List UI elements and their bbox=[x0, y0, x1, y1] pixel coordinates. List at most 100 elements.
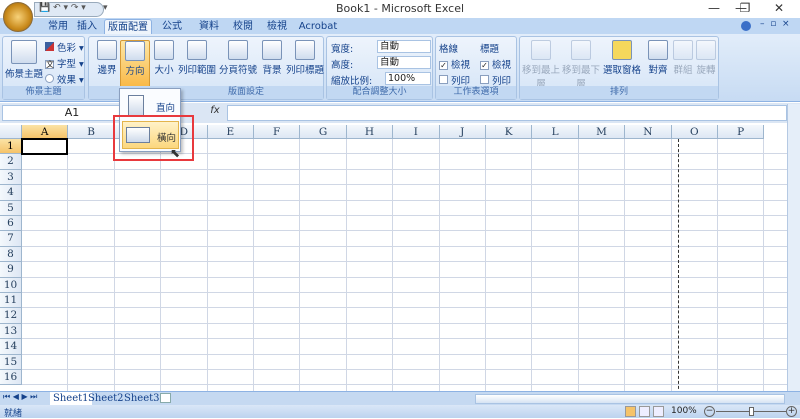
row-header[interactable]: 6 bbox=[0, 216, 22, 232]
row-gridline bbox=[22, 168, 787, 170]
close-button[interactable]: ✕ bbox=[765, 1, 793, 15]
spreadsheet-grid[interactable]: ABCDEFGHIJKLMNOP12345678910111213141516 bbox=[0, 125, 787, 391]
bring-to-front-button[interactable]: 移到最上層 bbox=[522, 40, 560, 90]
office-button[interactable] bbox=[3, 2, 33, 32]
column-header[interactable]: O bbox=[671, 125, 718, 139]
column-header[interactable]: A bbox=[22, 125, 69, 139]
tab-acrobat[interactable]: Acrobat bbox=[296, 19, 340, 35]
tab-review[interactable]: 校閱 bbox=[226, 19, 260, 35]
row-header[interactable]: 2 bbox=[0, 154, 22, 170]
row-header[interactable]: 1 bbox=[0, 139, 22, 155]
column-header[interactable]: G bbox=[300, 125, 347, 139]
background-button[interactable]: 背景 bbox=[259, 40, 285, 88]
row-header[interactable]: 8 bbox=[0, 246, 22, 263]
tab-data[interactable]: 資料 bbox=[192, 19, 226, 35]
sheet-tab-2[interactable]: Sheet2 bbox=[88, 392, 124, 405]
row-header[interactable]: 4 bbox=[0, 185, 22, 201]
column-header[interactable]: F bbox=[254, 125, 301, 139]
column-header[interactable]: L bbox=[532, 125, 579, 139]
colors-button[interactable]: 色彩 ▾ bbox=[45, 40, 84, 54]
column-header[interactable]: N bbox=[625, 125, 672, 139]
insert-sheet-icon[interactable] bbox=[160, 393, 171, 403]
row-header[interactable]: 3 bbox=[0, 169, 22, 186]
row-gridline bbox=[22, 353, 787, 355]
customize-qat-button[interactable]: ▾ bbox=[103, 3, 108, 13]
orientation-button[interactable]: 方向 bbox=[120, 40, 150, 90]
width-label: 寬度: bbox=[331, 44, 354, 55]
help-icon[interactable] bbox=[741, 21, 751, 31]
headings-print-checkbox[interactable]: 列印 bbox=[480, 73, 511, 87]
row-gridline bbox=[22, 338, 787, 340]
column-header[interactable]: H bbox=[346, 125, 394, 139]
send-to-back-button[interactable]: 移到最下層 bbox=[562, 40, 600, 90]
width-dropdown[interactable]: 自動 bbox=[377, 40, 431, 53]
page-break-view-button[interactable] bbox=[653, 406, 664, 417]
row-header[interactable]: 13 bbox=[0, 323, 22, 340]
tab-view[interactable]: 檢視 bbox=[260, 19, 294, 35]
fonts-button[interactable]: 文字型 ▾ bbox=[45, 56, 84, 70]
row-header[interactable]: 15 bbox=[0, 354, 22, 370]
vertical-scrollbar[interactable] bbox=[787, 104, 800, 391]
column-header[interactable]: K bbox=[486, 125, 533, 139]
zoom-level[interactable]: 100% bbox=[671, 406, 697, 416]
group-arrange: 移到最上層 移到最下層 選取窗格 對齊 群組 旋轉 排列 bbox=[519, 36, 719, 100]
zoom-slider-thumb[interactable] bbox=[749, 407, 754, 416]
column-gridline bbox=[67, 139, 69, 391]
print-area-button[interactable]: 列印範圍 bbox=[177, 40, 217, 88]
row-header[interactable]: 12 bbox=[0, 308, 22, 324]
scale-spinner[interactable]: 100% bbox=[385, 72, 431, 85]
sheet-navigation-buttons[interactable]: ⏮ ◀ ▶ ⏭ bbox=[3, 392, 37, 402]
gridlines-print-checkbox[interactable]: 列印 bbox=[439, 73, 470, 87]
row-header[interactable]: 7 bbox=[0, 231, 22, 247]
tab-formulas[interactable]: 公式 bbox=[155, 19, 189, 35]
column-header[interactable]: J bbox=[439, 125, 486, 139]
formula-input[interactable] bbox=[227, 105, 787, 121]
active-cell-a1[interactable] bbox=[21, 138, 69, 156]
undo-button[interactable]: ↶ ▾ bbox=[53, 3, 68, 13]
column-header[interactable]: P bbox=[718, 125, 765, 139]
row-header[interactable]: 11 bbox=[0, 293, 22, 309]
row-header[interactable]: 9 bbox=[0, 262, 22, 278]
sheet-tab-bar: ⏮ ◀ ▶ ⏭ Sheet1 Sheet2 Sheet3 bbox=[0, 391, 800, 405]
page-layout-view-button[interactable] bbox=[639, 406, 650, 417]
tab-page-layout[interactable]: 版面配置 bbox=[104, 19, 152, 35]
restore-button[interactable]: ❐ bbox=[731, 1, 759, 15]
headings-view-checkbox[interactable]: ✓ 檢視 bbox=[480, 57, 511, 71]
insert-function-button[interactable]: fx bbox=[205, 105, 225, 121]
height-dropdown[interactable]: 自動 bbox=[377, 56, 431, 69]
tab-home[interactable]: 常用 bbox=[40, 19, 76, 35]
zoom-out-button[interactable]: − bbox=[704, 406, 715, 417]
row-header[interactable]: 5 bbox=[0, 200, 22, 216]
row-header[interactable]: 14 bbox=[0, 339, 22, 355]
tab-insert[interactable]: 插入 bbox=[72, 19, 102, 35]
minimize-button[interactable]: — bbox=[700, 1, 728, 15]
row-header[interactable]: 16 bbox=[0, 370, 22, 386]
themes-button[interactable]: 佈景主題 bbox=[4, 40, 44, 88]
column-header[interactable]: M bbox=[578, 125, 626, 139]
redo-button[interactable]: ↷ ▾ bbox=[71, 3, 86, 13]
column-header[interactable]: E bbox=[207, 125, 254, 139]
row-gridline bbox=[22, 384, 787, 386]
horizontal-scrollbar[interactable] bbox=[475, 394, 785, 404]
select-all-button[interactable] bbox=[0, 125, 22, 139]
align-button[interactable]: 對齊 bbox=[644, 40, 672, 88]
column-gridline bbox=[206, 139, 208, 391]
row-gridline bbox=[22, 307, 787, 309]
column-header[interactable]: I bbox=[393, 125, 440, 139]
zoom-in-button[interactable]: + bbox=[786, 406, 797, 417]
save-icon[interactable]: 💾 bbox=[39, 3, 50, 13]
normal-view-button[interactable] bbox=[625, 406, 636, 417]
selection-pane-button[interactable]: 選取窗格 bbox=[600, 40, 644, 88]
workbook-window-controls[interactable]: – ▫ × bbox=[760, 19, 790, 29]
rotate-button[interactable]: 旋轉 bbox=[692, 40, 720, 88]
row-header[interactable]: 10 bbox=[0, 277, 22, 293]
column-header[interactable]: B bbox=[68, 125, 115, 139]
print-titles-button[interactable]: 列印標題 bbox=[285, 40, 325, 88]
gridlines-view-checkbox[interactable]: ✓ 檢視 bbox=[439, 57, 470, 71]
row-gridline bbox=[22, 369, 787, 370]
effects-button[interactable]: 效果 ▾ bbox=[45, 72, 84, 86]
size-button[interactable]: 大小 bbox=[151, 40, 177, 88]
sheet-tab-1[interactable]: Sheet1 bbox=[50, 392, 92, 405]
sheet-tab-3[interactable]: Sheet3 bbox=[124, 392, 160, 405]
breaks-button[interactable]: 分頁符號 bbox=[217, 40, 259, 88]
